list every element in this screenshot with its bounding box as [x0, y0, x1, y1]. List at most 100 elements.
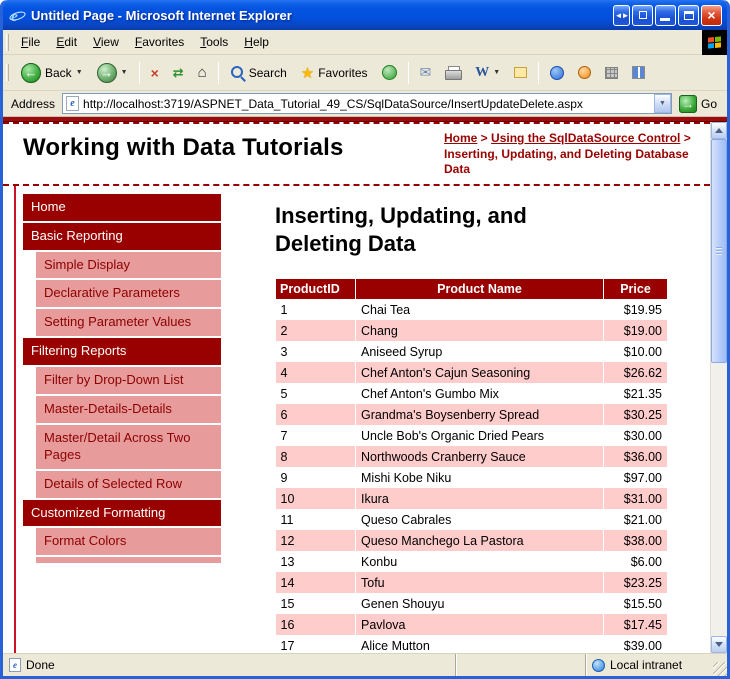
- scrollbar-track[interactable]: [711, 363, 727, 636]
- maximize-button[interactable]: [678, 5, 699, 26]
- sidebar-item-format-colors[interactable]: Format Colors: [36, 528, 221, 555]
- home-button[interactable]: ⌂: [192, 60, 213, 85]
- sidebar-nav: Home Basic Reporting Simple Display Decl…: [14, 186, 221, 653]
- table-row: 17Alice Mutton$39.00: [276, 635, 668, 653]
- header-product-id: ProductID: [276, 278, 356, 299]
- window-title: Untitled Page - Microsoft Internet Explo…: [31, 8, 608, 23]
- minimize-button[interactable]: [655, 5, 676, 26]
- cell-product-id: 9: [276, 467, 356, 488]
- menu-favorites[interactable]: Favorites: [127, 31, 192, 53]
- go-button[interactable]: → Go: [677, 93, 721, 115]
- security-zone-text: Local intranet: [610, 658, 682, 672]
- back-dropdown-icon: ▼: [76, 69, 83, 76]
- sidebar-item-partial[interactable]: [36, 557, 221, 563]
- title-bar: e Untitled Page - Microsoft Internet Exp…: [3, 0, 727, 30]
- discuss-button[interactable]: [508, 63, 533, 82]
- research-icon: [605, 67, 618, 79]
- sidebar-item-customized-formatting[interactable]: Customized Formatting: [23, 500, 221, 527]
- forward-button[interactable]: → ▼: [91, 59, 134, 87]
- status-bar: e Done Local intranet: [3, 653, 727, 676]
- word-edit-icon: W: [475, 65, 489, 81]
- close-button[interactable]: ×: [701, 5, 722, 26]
- menu-file[interactable]: File: [13, 31, 48, 53]
- address-dropdown-button[interactable]: ▼: [654, 94, 671, 113]
- cell-price: $30.25: [604, 404, 668, 425]
- cell-product-id: 2: [276, 320, 356, 341]
- favorites-star-icon: ★: [301, 64, 314, 82]
- titlebar-nav-pair-button[interactable]: ◄►: [613, 5, 630, 26]
- cell-price: $21.00: [604, 509, 668, 530]
- tiles-icon: [632, 66, 645, 79]
- sidebar-item-filtering-reports[interactable]: Filtering Reports: [23, 338, 221, 365]
- browser-window: e Untitled Page - Microsoft Internet Exp…: [0, 0, 730, 679]
- messenger-button[interactable]: [544, 62, 570, 84]
- sidebar-item-master-details-details[interactable]: Master-Details-Details: [36, 396, 221, 423]
- table-row: 9Mishi Kobe Niku$97.00: [276, 467, 668, 488]
- titlebar-extra-button[interactable]: [632, 5, 653, 26]
- sidebar-item-declarative-parameters[interactable]: Declarative Parameters: [36, 280, 221, 307]
- toolbar-grip[interactable]: [6, 34, 9, 51]
- resize-grip[interactable]: [713, 662, 727, 676]
- svg-text:e: e: [11, 8, 18, 23]
- search-icon: [230, 65, 245, 80]
- back-button[interactable]: ← Back ▼: [15, 59, 89, 87]
- scroll-up-button[interactable]: [711, 122, 727, 139]
- history-icon: [382, 65, 397, 80]
- table-row: 3Aniseed Syrup$10.00: [276, 341, 668, 362]
- toolbar-grip-2[interactable]: [6, 64, 9, 81]
- status-pane-left: e Done: [3, 654, 455, 676]
- table-row: 7Uncle Bob's Organic Dried Pears$30.00: [276, 425, 668, 446]
- cell-price: $30.00: [604, 425, 668, 446]
- address-input[interactable]: [83, 94, 654, 113]
- scrollbar-thumb[interactable]: [711, 139, 727, 363]
- cell-product-id: 3: [276, 341, 356, 362]
- stop-button[interactable]: ×: [145, 61, 165, 85]
- table-row: 13Konbu$6.00: [276, 551, 668, 572]
- favorites-button[interactable]: ★ Favorites: [295, 60, 374, 86]
- breadcrumb-section-link[interactable]: Using the SqlDataSource Control: [491, 131, 680, 145]
- breadcrumb-home-link[interactable]: Home: [444, 131, 477, 145]
- search-button[interactable]: Search: [224, 61, 293, 84]
- page-title: Inserting, Updating, and Deleting Data: [275, 202, 605, 258]
- page-icon: e: [66, 96, 79, 111]
- ie-app-icon[interactable]: e: [9, 7, 26, 24]
- cell-product-id: 5: [276, 383, 356, 404]
- addon-button[interactable]: [572, 62, 597, 83]
- cell-product-id: 12: [276, 530, 356, 551]
- menu-help[interactable]: Help: [236, 31, 277, 53]
- address-bar: Address e ▼ → Go: [3, 91, 727, 117]
- research-button[interactable]: [599, 63, 624, 83]
- go-label: Go: [701, 97, 717, 111]
- menu-edit[interactable]: Edit: [48, 31, 85, 53]
- search-label: Search: [249, 66, 287, 80]
- refresh-button[interactable]: ⇄: [167, 61, 190, 85]
- vertical-scrollbar[interactable]: [710, 122, 727, 653]
- cell-price: $31.00: [604, 488, 668, 509]
- sidebar-item-home[interactable]: Home: [23, 194, 221, 221]
- cell-price: $26.62: [604, 362, 668, 383]
- sidebar-item-master-detail-two-pages[interactable]: Master/Detail Across Two Pages: [36, 425, 221, 469]
- sidebar-item-setting-parameter-values[interactable]: Setting Parameter Values: [36, 309, 221, 336]
- history-button[interactable]: [376, 61, 403, 84]
- sidebar-item-filter-by-dropdown-list[interactable]: Filter by Drop-Down List: [36, 367, 221, 394]
- discuss-icon: [514, 67, 527, 78]
- menu-tools[interactable]: Tools: [192, 31, 236, 53]
- cell-product-id: 1: [276, 299, 356, 320]
- edit-dropdown-icon: ▼: [493, 69, 500, 76]
- sidebar-item-simple-display[interactable]: Simple Display: [36, 252, 221, 279]
- menu-view[interactable]: View: [85, 31, 127, 53]
- sidebar-item-basic-reporting[interactable]: Basic Reporting: [23, 223, 221, 250]
- favorites-label: Favorites: [318, 66, 367, 80]
- tiles-button[interactable]: [626, 62, 651, 83]
- print-button[interactable]: [439, 62, 467, 83]
- cell-price: $6.00: [604, 551, 668, 572]
- edit-button[interactable]: W ▼: [469, 61, 506, 85]
- scroll-down-button[interactable]: [711, 636, 727, 653]
- mail-button[interactable]: ✉: [414, 60, 438, 85]
- cell-price: $17.45: [604, 614, 668, 635]
- cell-product-name: Chef Anton's Gumbo Mix: [356, 383, 604, 404]
- cell-price: $15.50: [604, 593, 668, 614]
- stop-icon: ×: [151, 65, 159, 81]
- sidebar-item-details-of-selected-row[interactable]: Details of Selected Row: [36, 471, 221, 498]
- local-intranet-icon: [592, 659, 605, 672]
